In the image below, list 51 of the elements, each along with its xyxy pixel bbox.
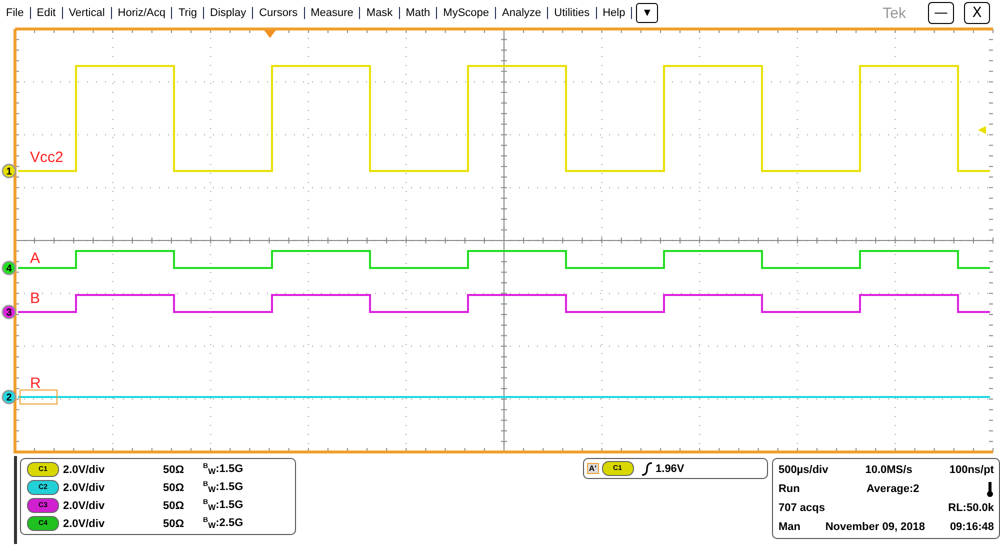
marker-frame [20, 390, 58, 404]
acquisition-value: 10.0MS/s [865, 464, 912, 476]
menu-item[interactable]: Help [596, 7, 632, 19]
impedance-value: 50Ω [163, 500, 186, 512]
impedance-value: 50Ω [163, 518, 186, 530]
vertical-scale: 2.0V/div [63, 500, 106, 512]
acquisition-value: 09:16:48 [950, 521, 994, 533]
more-menu-button[interactable]: ▼ [636, 3, 658, 23]
vertical-scale: 2.0V/div [63, 518, 106, 530]
vertical-scale: 2.0V/div [63, 482, 106, 494]
rising-edge-icon [640, 462, 653, 476]
acquisition-value: 500µs/div [778, 464, 828, 476]
menu-item[interactable]: Measure [304, 7, 360, 19]
menu-item[interactable]: Mask [360, 7, 400, 19]
impedance-value: 50Ω [163, 482, 186, 494]
thermometer-icon [986, 482, 994, 496]
acquisition-value: Man [778, 521, 800, 533]
channel-label: B [30, 290, 40, 307]
channel-label: A [30, 250, 40, 267]
impedance-value: 50Ω [163, 464, 186, 476]
menu-item[interactable]: Math [400, 7, 438, 19]
menu-item[interactable]: MyScope [437, 7, 496, 19]
trigger-level: 1.96V [656, 462, 684, 474]
trigger-position-icon [264, 30, 276, 38]
acquisition-value: Average:2 [866, 483, 920, 495]
menu-item[interactable]: Analyze [496, 7, 548, 19]
menu-item[interactable]: Cursors [253, 7, 305, 19]
channel-marker[interactable]: 3 [2, 304, 16, 320]
vertical-scale: 2.0V/div [63, 464, 106, 476]
channel-marker[interactable]: 4 [2, 260, 16, 276]
trigger-tag: A' [586, 463, 599, 474]
channel-marker[interactable]: 2 [2, 390, 16, 404]
menu-item[interactable]: Horiz/Acq [112, 7, 172, 19]
acquisition-value: Run [778, 483, 800, 495]
channel-label: Vcc2 [30, 149, 64, 166]
brand-logo: Tek [882, 4, 906, 22]
minimize-button[interactable]: — [928, 2, 954, 24]
menu-item[interactable]: Utilities [548, 7, 597, 19]
menu-item[interactable]: Edit [30, 7, 63, 19]
channel-marker[interactable]: 1 [2, 164, 16, 178]
menu-item[interactable]: File [0, 7, 31, 19]
menu-item[interactable]: Trig [172, 7, 204, 19]
trigger-level-icon [978, 126, 986, 134]
close-button[interactable]: X [964, 2, 990, 24]
menu-item[interactable]: Vertical [62, 7, 112, 19]
acquisition-value: RL:50.0k [948, 502, 994, 514]
menu-item[interactable]: Display [204, 7, 254, 19]
channel-label: R [30, 375, 41, 392]
acquisition-value: 707 acqs [778, 502, 825, 514]
acquisition-value: 100ns/pt [949, 464, 994, 476]
acquisition-value: November 09, 2018 [825, 521, 926, 533]
